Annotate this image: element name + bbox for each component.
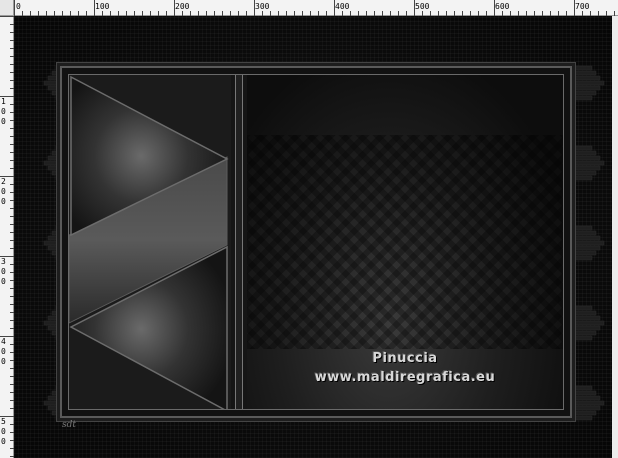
- ruler-top-label-500: 500: [415, 2, 430, 11]
- ruler-left-label-5: 0: [1, 187, 6, 196]
- triangle-panel: [69, 75, 231, 409]
- ruler-left-label-15: 0: [1, 437, 6, 446]
- ruler-left-label-10: 4: [1, 337, 6, 346]
- ruler-left-label-12: 0: [1, 357, 6, 366]
- ruler-top-label-300: 300: [255, 2, 270, 11]
- outer-frame: Pinuccia www.maldiregrafica.eu: [60, 66, 572, 418]
- ruler-left-label-3: 0: [1, 117, 6, 126]
- watermark: Pinuccia www.maldiregrafica.eu: [247, 351, 563, 385]
- ruler-left-label-6: 0: [1, 197, 6, 206]
- ruler-left-ticks: [0, 16, 14, 457]
- watermark-url: www.maldiregrafica.eu: [314, 370, 496, 385]
- vertical-scrollbar[interactable]: [612, 16, 618, 458]
- ruler-left-label-7: 3: [1, 257, 6, 266]
- ruler-top-label-400: 400: [335, 2, 350, 11]
- ruler-left: 1 0 0 2 0 0 3 0 0 4 0 0 5 0 0: [0, 16, 14, 458]
- ruler-top-ticks: [14, 0, 615, 16]
- ruler-left-label-9: 0: [1, 277, 6, 286]
- ruler-left-label-8: 0: [1, 267, 6, 276]
- ruler-left-label-4: 2: [1, 177, 6, 186]
- ruler-top-label-600: 600: [495, 2, 510, 11]
- ruler-top-label-100: 100: [95, 2, 110, 11]
- ruler-top-label-200: 200: [175, 2, 190, 11]
- artist-signature: sdt: [62, 420, 76, 430]
- photo-area: Pinuccia www.maldiregrafica.eu: [247, 75, 563, 409]
- ruler-corner: [0, 0, 14, 16]
- ruler-left-label-2: 0: [1, 107, 6, 116]
- triangle-graphics: [69, 75, 229, 409]
- inner-frame: Pinuccia www.maldiregrafica.eu: [68, 74, 564, 410]
- ruler-left-label-11: 0: [1, 347, 6, 356]
- ruler-top-label-0: 0: [16, 2, 21, 11]
- ruler-top-label-700: 700: [575, 2, 590, 11]
- right-stair-decoration: [574, 65, 605, 421]
- image-canvas[interactable]: Pinuccia www.maldiregrafica.eu sdt: [14, 16, 612, 458]
- ruler-left-label-14: 0: [1, 427, 6, 436]
- ruler-left-label-13: 5: [1, 417, 6, 426]
- ruler-left-label-1: 1: [1, 97, 6, 106]
- vertical-divider: [235, 75, 243, 409]
- watermark-name: Pinuccia: [372, 351, 438, 366]
- ruler-top: 0 100 200 300 400 500 600 700: [0, 0, 618, 16]
